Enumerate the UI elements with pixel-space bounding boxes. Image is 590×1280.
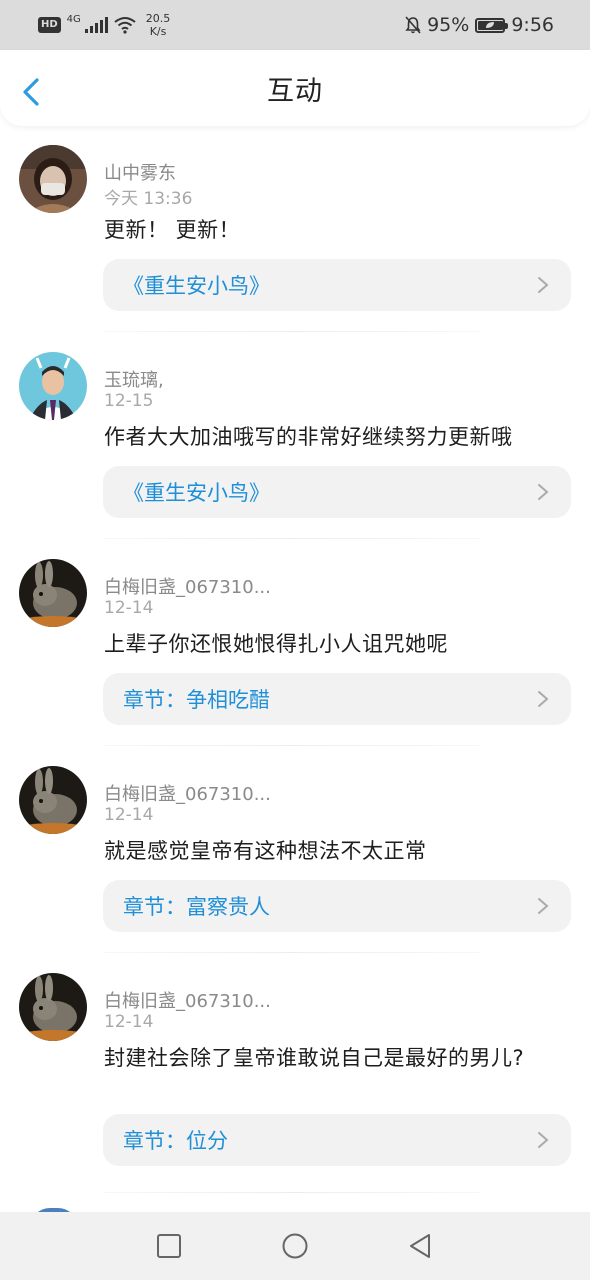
book-link-label: 《重生安小鸟》 — [123, 274, 270, 298]
back-icon[interactable] — [407, 1233, 433, 1259]
avatar[interactable] — [19, 973, 87, 1041]
divider — [103, 538, 480, 539]
timestamp: 12-14 — [104, 1012, 154, 1032]
chapter-link-label: 章节：争相吃醋 — [123, 688, 270, 712]
avatar[interactable] — [19, 559, 87, 627]
chevron-right-icon — [538, 1132, 549, 1148]
chapter-link-label: 章节：富察贵人 — [123, 895, 270, 919]
comment-text: 上辈子你还恨她恨得扎小人诅咒她呢 — [104, 632, 448, 656]
chevron-right-icon — [538, 277, 549, 293]
speed-value: 20.5 — [145, 12, 171, 25]
comment-text: 作者大大加油哦写的非常好继续努力更新哦 — [104, 425, 513, 449]
clock: 9:56 — [511, 14, 554, 36]
chevron-right-icon — [538, 898, 549, 914]
username[interactable]: 山中雾东 — [104, 159, 176, 185]
chapter-link-card[interactable]: 章节：位分 — [103, 1114, 571, 1166]
home-icon[interactable] — [282, 1233, 308, 1259]
page-title: 互动 — [267, 75, 323, 107]
hd-badge: HD — [38, 17, 61, 33]
speed-unit: K/s — [149, 25, 167, 38]
status-right: 95% 9:56 — [405, 14, 554, 36]
header: 互动 — [0, 50, 590, 126]
avatar[interactable] — [19, 352, 87, 420]
comment-text: 封建社会除了皇帝谁敢说自己是最好的男儿? — [104, 1046, 525, 1070]
network-speed: 20.5 K/s — [146, 12, 171, 38]
chapter-link-card[interactable]: 章节：富察贵人 — [103, 880, 571, 932]
comment-item: 玉琉璃, 12-15 作者大大加油哦写的非常好继续努力更新哦 《重生安小鸟》 — [0, 333, 590, 540]
avatar[interactable] — [19, 766, 87, 834]
comment-item: 白梅旧盏_067310... 12-14 封建社会除了皇帝谁敢说自己是最好的男儿… — [0, 954, 590, 1194]
comment-text: 就是感觉皇帝有这种想法不太正常 — [104, 839, 427, 863]
divider — [103, 1192, 480, 1193]
bell-muted-icon — [405, 16, 421, 34]
divider — [103, 331, 480, 332]
username[interactable]: 白梅旧盏_067310... — [104, 780, 271, 806]
timestamp: 12-15 — [104, 391, 154, 411]
comment-text: 更新！ 更新！ — [104, 218, 241, 242]
comment-item: 山中雾东 今天 13:36 更新！ 更新！ 《重生安小鸟》 — [0, 126, 590, 333]
avatar[interactable] — [19, 145, 87, 213]
system-nav-bar — [0, 1212, 590, 1280]
book-link-card[interactable]: 《重生安小鸟》 — [103, 259, 571, 311]
book-link-card[interactable]: 《重生安小鸟》 — [103, 466, 571, 518]
status-bar: HD 4G 20.5 K/s 95% 9:56 — [0, 0, 590, 50]
username[interactable]: 白梅旧盏_067310... — [104, 987, 271, 1013]
wifi-icon — [114, 17, 136, 34]
status-left: HD 4G 20.5 K/s — [38, 12, 170, 38]
divider — [103, 745, 480, 746]
comment-feed[interactable]: 山中雾东 今天 13:36 更新！ 更新！ 《重生安小鸟》 玉琉璃, 12-15… — [0, 126, 590, 1212]
chapter-link-label: 章节：位分 — [123, 1129, 228, 1153]
back-arrow-icon[interactable] — [18, 76, 46, 108]
timestamp: 12-14 — [104, 805, 154, 825]
leaf-icon — [486, 22, 495, 28]
comment-item: 白梅旧盏_067310... 12-14 就是感觉皇帝有这种想法不太正常 章节：… — [0, 747, 590, 954]
recent-apps-icon[interactable] — [156, 1233, 182, 1259]
battery-percent: 95% — [427, 14, 470, 36]
timestamp: 今天 13:36 — [104, 189, 193, 209]
chevron-right-icon — [538, 484, 549, 500]
chevron-right-icon — [538, 691, 549, 707]
username[interactable]: 玉琉璃, — [104, 366, 164, 392]
battery-icon — [475, 17, 509, 33]
chapter-link-card[interactable]: 章节：争相吃醋 — [103, 673, 571, 725]
timestamp: 12-14 — [104, 598, 154, 618]
comment-item: 白梅旧盏_067310... 12-14 上辈子你还恨她恨得扎小人诅咒她呢 章节… — [0, 540, 590, 747]
network-type: 4G — [66, 13, 81, 25]
username[interactable]: 白梅旧盏_067310... — [104, 573, 271, 599]
divider — [103, 952, 480, 953]
signal-icon — [84, 17, 108, 33]
book-link-label: 《重生安小鸟》 — [123, 481, 270, 505]
